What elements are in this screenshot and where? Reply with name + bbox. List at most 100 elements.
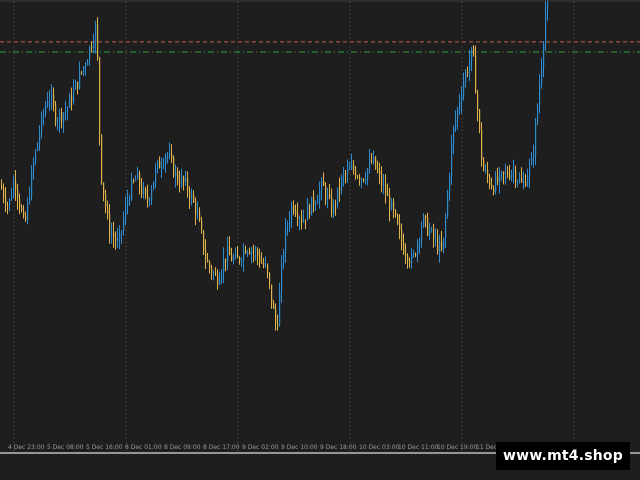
candle-up-body [333,203,335,214]
candle-down-body [145,188,147,196]
candle-up-body [531,157,533,165]
x-axis-ticks: 4 Dec 23:00 5 Dec 08:00 5 Dec 16:00 8 Dec 0… [8,444,497,451]
candle-up-body [463,82,465,96]
candle-up-body [537,106,539,123]
candle-down-body [491,184,493,188]
candle-down-body [487,169,489,177]
candle-up-body [251,250,253,254]
candle-up-body [49,99,51,101]
candle-down-body [7,205,9,207]
candle-down-body [173,157,175,177]
candle-down-body [257,250,259,256]
candle-up-body [121,230,123,233]
candle-up-body [43,113,45,116]
candle-down-body [301,218,303,223]
candle-up-body [33,162,35,171]
candle-up-body [227,246,229,262]
candle-down-body [91,46,93,48]
x-tick-label: 5 Dec 16:00 [86,444,123,451]
candle-up-body [175,171,177,177]
candle-up-body [57,121,59,123]
candle-up-body [459,102,461,109]
candle-down-body [395,210,397,216]
candle-up-body [431,228,433,231]
candle-down-body [427,217,429,235]
candle-down-body [353,165,355,171]
candle-down-body [21,207,23,211]
candle-up-body [213,272,215,274]
candle-up-body [59,111,61,122]
candle-down-body [397,215,399,224]
candle-up-body [51,95,53,100]
candle-down-body [3,188,5,198]
candle-down-body [493,187,495,193]
candle-up-body [69,95,71,108]
candle-up-body [137,172,139,180]
candle-down-body [259,255,261,263]
candle-down-body [269,273,271,285]
candle-down-body [409,261,411,263]
candle-up-body [429,230,431,235]
candle-up-body [423,215,425,227]
candle-up-body [155,168,157,182]
candle-up-body [461,95,463,103]
candle-down-body [497,176,499,183]
x-tick-label: 9 Dec 02:00 [242,444,279,451]
candle-up-body [243,249,245,261]
candle-up-body [495,176,497,193]
candle-up-body [501,171,503,173]
candle-up-body [223,258,225,273]
candle-up-body [191,194,193,200]
candle-down-body [217,274,219,285]
candle-down-body [521,178,523,183]
candle-up-body [241,260,243,262]
candle-up-body [27,201,29,221]
candle-up-body [411,254,413,263]
candle-up-body [449,176,451,194]
candle-up-body [291,205,293,221]
candle-up-body [123,218,125,231]
candle-down-body [481,129,483,161]
candle-down-body [379,171,381,174]
candle-down-body [335,203,337,205]
candle-up-body [545,10,547,45]
candle-down-body [393,201,395,211]
candle-down-body [215,272,217,275]
candle-down-body [23,210,25,216]
x-tick-label: 10 Dec 03:00 [359,444,400,451]
candle-down-body [477,93,479,111]
candle-up-body [181,177,183,186]
candle-up-body [443,237,445,250]
candle-down-body [107,206,109,215]
candle-up-body [219,279,221,285]
candle-up-body [311,196,313,216]
x-tick-label: 10 Dec 11:00 [398,444,439,451]
candle-up-body [185,177,187,183]
candle-up-body [289,220,291,226]
candle-up-body [453,127,455,144]
candle-up-body [519,178,521,182]
candle-up-body [129,199,131,201]
candle-up-body [421,226,423,241]
candle-up-body [235,254,237,258]
candle-up-body [373,156,375,163]
candle-down-body [199,212,201,221]
candle-down-body [359,177,361,180]
candle-up-body [45,106,47,114]
candle-down-body [19,198,21,208]
candle-down-body [53,95,55,105]
candle-down-body [415,253,417,256]
candle-down-body [405,253,407,256]
candle-up-body [143,188,145,195]
candle-up-body [285,226,287,253]
candle-up-body [447,193,449,217]
x-tick-label: 8 Dec 17:00 [203,444,240,451]
candle-up-body [65,111,67,114]
candle-down-body [305,219,307,221]
price-chart[interactable]: 4 Dec 23:00 5 Dec 08:00 5 Dec 16:00 8 Dec 0… [0,0,640,480]
candle-down-body [71,95,73,103]
x-tick-label: 4 Dec 23:00 [8,444,45,451]
candle-down-body [183,177,185,183]
candle-up-body [321,180,323,190]
candle-up-body [161,166,163,169]
